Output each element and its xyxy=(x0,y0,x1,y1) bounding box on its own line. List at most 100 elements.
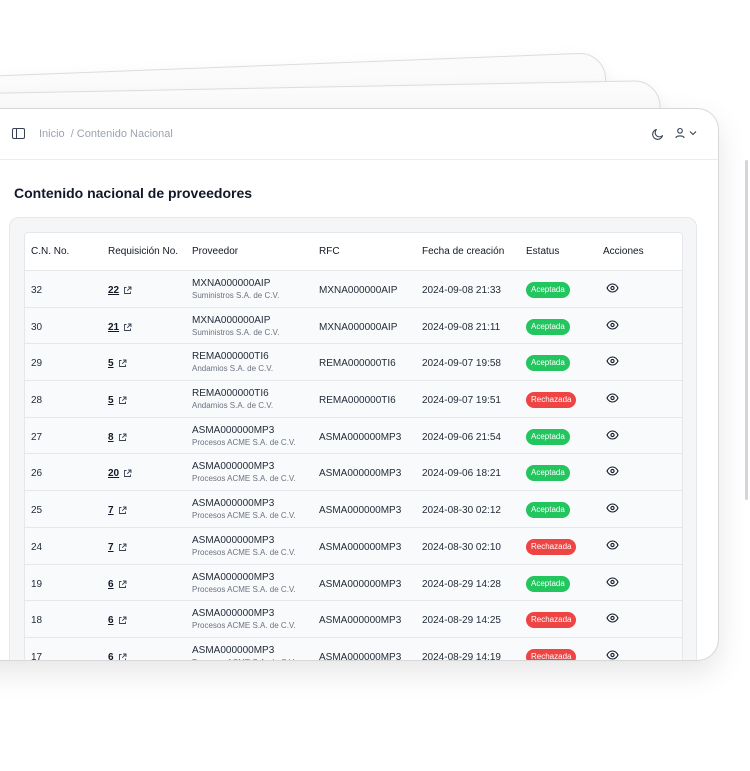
rfc-cell: ASMA000000MP3 xyxy=(319,578,402,590)
view-button[interactable] xyxy=(606,540,619,553)
top-bar: Inicio / Contenido Nacional xyxy=(0,109,718,160)
cn-number: 32 xyxy=(31,285,43,296)
proveedor-rfc: ASMA000000MP3 xyxy=(192,498,275,510)
requisicion-link[interactable]: 8 xyxy=(108,432,127,443)
cn-number: 26 xyxy=(31,468,43,480)
view-button[interactable] xyxy=(606,283,619,296)
requisicion-number[interactable]: 6 xyxy=(108,579,114,590)
eye-icon xyxy=(606,613,619,623)
status-cell: Aceptada xyxy=(526,465,570,482)
view-button[interactable] xyxy=(606,393,619,406)
table-header: C.N. No. Requisición No. Proveedor RFC F… xyxy=(25,233,682,271)
view-button[interactable] xyxy=(606,650,619,660)
status-cell: Aceptada xyxy=(526,318,570,335)
eye-icon xyxy=(606,540,619,550)
proveedor-cell: ASMA000000MP3Procesos ACME S.A. de C.V. xyxy=(192,572,296,595)
breadcrumb-home[interactable]: Inicio xyxy=(39,128,65,140)
requisicion-number[interactable]: 7 xyxy=(108,505,114,516)
view-button[interactable] xyxy=(606,576,619,590)
fecha-cell: 2024-09-06 21:54 xyxy=(422,431,501,443)
header-fecha: Fecha de creación xyxy=(422,246,505,257)
proveedor-rfc: ASMA000000MP3 xyxy=(192,571,275,583)
table-row: 25 7 ASMA000000MP3 Procesos ACME S.A. de C.… xyxy=(25,491,682,528)
requisicion-number[interactable]: 6 xyxy=(108,652,114,660)
requisicion-link[interactable]: 20 xyxy=(108,468,132,479)
requisicion-link[interactable]: 6 xyxy=(108,579,127,590)
cn-number: 29 xyxy=(31,358,43,370)
requisicion-number[interactable]: 22 xyxy=(108,285,119,296)
view-button[interactable] xyxy=(606,430,619,443)
proveedor-cell: MXNA000000AIP Suministros S.A. de C.V. xyxy=(192,315,279,338)
requisicion-number[interactable]: 8 xyxy=(108,432,114,443)
cn-number: 17 xyxy=(31,651,43,661)
app-window: Inicio / Contenido Nacional Contenido na… xyxy=(0,108,719,661)
eye-icon xyxy=(606,356,619,366)
requisicion-number[interactable]: 7 xyxy=(108,542,114,553)
data-table: C.N. No. Requisición No. Proveedor RFC F… xyxy=(24,232,683,661)
requisicion-link[interactable]: 22 xyxy=(108,285,132,296)
status-badge: Rechazada xyxy=(526,392,577,409)
eye-icon xyxy=(606,283,619,293)
rfc-cell: ASMA000000MP3 xyxy=(319,541,402,553)
view-button[interactable] xyxy=(606,613,619,626)
cn-number: 25 xyxy=(31,505,43,517)
view-button[interactable] xyxy=(606,503,619,516)
requisicion-link[interactable]: 7 xyxy=(108,505,127,516)
sidebar-toggle-icon[interactable] xyxy=(12,128,25,139)
proveedor-rfc: ASMA000000MP3 xyxy=(192,534,275,546)
proveedor-name: Procesos ACME S.A. de C.V. xyxy=(192,584,296,594)
external-link-icon xyxy=(118,616,127,625)
proveedor-rfc: MXNA000000AIP xyxy=(192,314,271,326)
requisicion-number[interactable]: 5 xyxy=(108,395,114,406)
external-link-icon xyxy=(118,433,127,441)
view-button[interactable] xyxy=(606,320,619,333)
requisicion-number[interactable]: 5 xyxy=(108,358,114,369)
proveedor-rfc: ASMA000000MP3 xyxy=(192,424,275,436)
table-row: 17 6 ASMA000000MP3Procesos ACME S.A. de C.… xyxy=(25,637,682,661)
rfc-cell: ASMA000000MP3 xyxy=(319,505,402,517)
external-link-icon xyxy=(118,653,127,660)
cn-number: 28 xyxy=(31,395,43,407)
scrollbar[interactable] xyxy=(745,160,748,500)
requisicion-link[interactable]: 21 xyxy=(108,322,132,333)
table-body: 32 22 MXNA000000AIP Suministros S.A. de C.V… xyxy=(25,271,682,661)
rfc-cell: ASMA000000MP3 xyxy=(319,651,402,661)
moon-icon[interactable] xyxy=(651,127,665,141)
table-row: 18 6 ASMA000000MP3 Procesos ACME S.A. de C.… xyxy=(25,601,682,638)
user-icon xyxy=(675,127,685,139)
fecha-cell: 2024-09-08 21:33 xyxy=(422,285,501,296)
header-requisicion: Requisición No. xyxy=(108,246,179,257)
cn-number: 30 xyxy=(31,321,43,333)
external-link-icon xyxy=(118,359,127,368)
user-menu-button[interactable] xyxy=(674,127,697,139)
status-badge: Rechazada xyxy=(526,612,577,629)
breadcrumb-current: / Contenido Nacional xyxy=(70,128,173,140)
requisicion-number[interactable]: 20 xyxy=(108,468,119,479)
proveedor-name: Suministros S.A. de C.V. xyxy=(192,327,280,337)
requisicion-link[interactable]: 6 xyxy=(108,652,127,660)
external-link-icon xyxy=(124,286,132,294)
status-cell: Aceptada xyxy=(526,282,570,298)
proveedor-cell: REMA000000TI6 Andamios S.A. de C.V. xyxy=(192,351,273,374)
requisicion-link[interactable]: 6 xyxy=(108,615,127,626)
requisicion-link[interactable]: 5 xyxy=(108,395,127,406)
view-button[interactable] xyxy=(606,356,619,369)
proveedor-name: Procesos ACME S.A. de C.V. xyxy=(192,621,296,631)
status-badge: Aceptada xyxy=(526,502,570,519)
proveedor-rfc: ASMA000000MP3 xyxy=(192,608,275,620)
proveedor-cell: ASMA000000MP3Procesos ACME S.A. de C.V. xyxy=(192,645,296,660)
external-link-icon xyxy=(118,506,127,515)
fecha-cell: 2024-09-08 21:11 xyxy=(422,321,501,333)
status-cell: Rechazada xyxy=(526,648,577,660)
requisicion-link[interactable]: 5 xyxy=(108,358,127,369)
view-button[interactable] xyxy=(606,466,619,479)
status-badge: Rechazada xyxy=(526,648,577,660)
requisicion-number[interactable]: 21 xyxy=(108,322,119,333)
proveedor-cell: ASMA000000MP3Procesos ACME S.A. de C.V. xyxy=(192,498,296,521)
requisicion-link[interactable]: 7 xyxy=(108,542,127,553)
rfc-cell: REMA000000TI6 xyxy=(319,395,396,407)
eye-icon xyxy=(606,576,619,587)
status-cell: Aceptada xyxy=(526,355,570,372)
requisicion-number[interactable]: 6 xyxy=(108,615,114,626)
proveedor-name: Procesos ACME S.A. de C.V. xyxy=(192,547,296,557)
